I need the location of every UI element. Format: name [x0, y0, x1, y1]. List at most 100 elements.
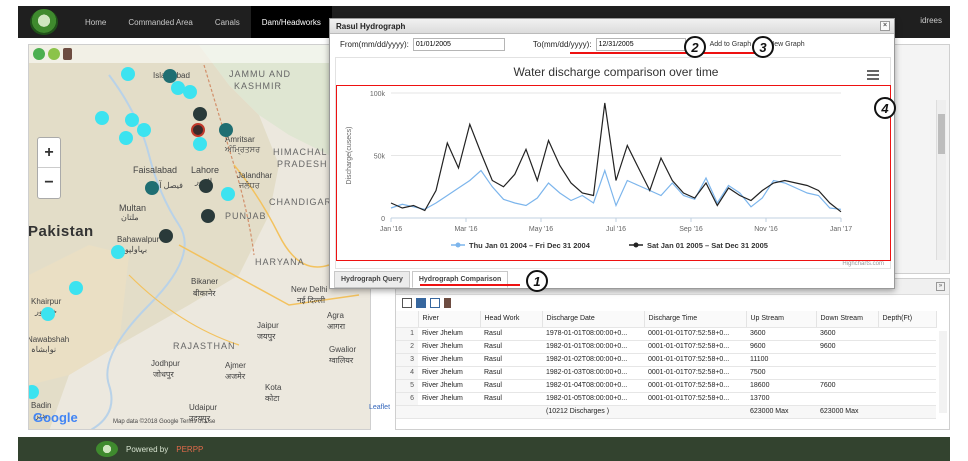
- table-row[interactable]: 4 River Jhelum Rasul 1982-01-03T08:00:00+0.…: [396, 366, 936, 380]
- summary-cell: [644, 404, 746, 419]
- punjab-logo[interactable]: [26, 7, 62, 37]
- table-row[interactable]: 1 River Jhelum Rasul 1978-01-01T08:00:00+0.…: [396, 327, 936, 341]
- zoom-control: + −: [37, 137, 61, 199]
- selected-headwork-marker[interactable]: [191, 123, 205, 137]
- cell-discharge-time: 0001-01-01T07:52:58+0...: [644, 366, 746, 380]
- map-label-jalandhar-local: ਜਲੰਧਰ: [239, 181, 260, 190]
- col-depth[interactable]: Depth(Ft): [878, 311, 937, 328]
- cell-down-stream: 7600: [816, 379, 878, 393]
- table-row[interactable]: 2 River Jhelum Rasul 1982-01-01T08:00:00+0.…: [396, 340, 936, 354]
- map-label-gwalior-local: ग्वालियर: [329, 356, 354, 365]
- headwork-marker[interactable]: [145, 181, 159, 195]
- measure-icon[interactable]: [63, 48, 72, 60]
- dialog-titlebar[interactable]: Rasul Hydrograph ×: [330, 19, 894, 34]
- cell-down-stream: [816, 392, 878, 406]
- cell-down-stream: 9600: [816, 340, 878, 354]
- col-down-stream[interactable]: Down Stream: [816, 311, 879, 328]
- panel-scrollbar[interactable]: [936, 100, 946, 260]
- cell-rownum: 4: [396, 366, 418, 380]
- footer-brand-link[interactable]: PERPP: [176, 445, 203, 454]
- layers-icon[interactable]: [33, 48, 45, 60]
- nav-dam-headworks[interactable]: Dam/Headworks: [250, 6, 332, 38]
- cell-up-stream: 7500: [746, 366, 816, 380]
- map-label-new-delhi-local: नई दिल्ली: [297, 296, 326, 305]
- leaflet-attribution[interactable]: Leaflet: [369, 404, 390, 411]
- map-toolbar: [29, 45, 370, 63]
- col-discharge-date[interactable]: Discharge Date: [542, 311, 645, 328]
- summary-downstream-max: 623000 Max: [816, 404, 878, 419]
- cell-depth: [878, 353, 936, 367]
- to-date-input[interactable]: [595, 37, 686, 51]
- tab-hydrograph-query[interactable]: Hydrograph Query: [334, 271, 410, 288]
- col-river[interactable]: River: [418, 311, 481, 328]
- map-label-rajasthan: RAJASTHAN: [173, 341, 236, 351]
- map-label-multan: Multan: [119, 203, 147, 213]
- cell-river: River Jhelum: [418, 366, 480, 380]
- cell-rownum: 2: [396, 340, 418, 354]
- col-rownum[interactable]: [396, 311, 419, 328]
- map-label-jodhpur-local: जोधपुर: [153, 370, 174, 379]
- nav-commanded-area[interactable]: Commanded Area: [117, 6, 203, 38]
- headwork-marker[interactable]: [121, 67, 135, 81]
- callout-1: 1: [526, 270, 548, 292]
- user-name[interactable]: idrees: [920, 16, 942, 25]
- collapse-panel-button[interactable]: »: [936, 282, 945, 291]
- headwork-marker[interactable]: [159, 229, 173, 243]
- callout-2: 2: [684, 36, 706, 58]
- cell-head-work: Rasul: [480, 392, 542, 406]
- zoom-out-button[interactable]: −: [38, 168, 60, 198]
- zoom-in-button[interactable]: +: [38, 138, 60, 168]
- headwork-marker[interactable]: [41, 307, 55, 321]
- print-icon[interactable]: [416, 298, 426, 308]
- cell-river: River Jhelum: [418, 379, 480, 393]
- headwork-marker[interactable]: [137, 123, 151, 137]
- chart-icon[interactable]: [444, 298, 451, 308]
- edit-icon[interactable]: [430, 298, 440, 308]
- export-icon[interactable]: [402, 298, 412, 308]
- from-date-input[interactable]: [412, 37, 505, 51]
- map-label-kashmir: KASHMIR: [234, 81, 283, 91]
- dialog-close-button[interactable]: ×: [880, 21, 890, 31]
- map-attribution[interactable]: Map data ©2018 Google Terms of Use: [113, 419, 215, 425]
- table-row[interactable]: 5 River Jhelum Rasul 1982-01-04T08:00:00+0.…: [396, 379, 936, 393]
- cell-head-work: Rasul: [480, 340, 542, 354]
- headwork-marker[interactable]: [119, 131, 133, 145]
- new-graph-button[interactable]: New Graph: [769, 41, 804, 48]
- chart-menu-icon[interactable]: [867, 70, 879, 80]
- map-label-ajmer-local: अजमेर: [225, 372, 246, 381]
- headwork-marker[interactable]: [219, 123, 233, 137]
- headwork-marker[interactable]: [193, 137, 207, 151]
- headwork-marker[interactable]: [125, 113, 139, 127]
- map-panel[interactable]: + − Islamabad JAMMU AND KASHMIR Amritsar…: [28, 44, 371, 430]
- headwork-marker[interactable]: [183, 85, 197, 99]
- cell-discharge-date: 1982-01-01T08:00:00+0...: [542, 340, 644, 354]
- table-scrollbar[interactable]: [939, 331, 947, 413]
- table-row[interactable]: 6 River Jhelum Rasul 1982-01-05T08:00:00+0.…: [396, 392, 936, 406]
- nav-home[interactable]: Home: [74, 6, 117, 38]
- headwork-marker[interactable]: [199, 179, 213, 193]
- map-label-bikaner-local: बीकानेर: [193, 289, 216, 298]
- table-row[interactable]: 3 River Jhelum Rasul 1982-01-02T08:00:00+0.…: [396, 353, 936, 367]
- headwork-marker[interactable]: [201, 209, 215, 223]
- nav-canals[interactable]: Canals: [204, 6, 251, 38]
- headwork-marker[interactable]: [95, 111, 109, 125]
- headwork-marker[interactable]: [221, 187, 235, 201]
- logo-emblem-icon: [30, 9, 58, 35]
- map-label-pakistan: Pakistan: [28, 223, 94, 240]
- map-label-faisalabad: Faisalabad: [133, 165, 178, 175]
- headwork-marker[interactable]: [193, 107, 207, 121]
- annotation-underline-2: [570, 52, 688, 54]
- summary-cell: [878, 404, 936, 419]
- map-label-jaipur: Jaipur: [257, 321, 279, 330]
- from-label: From(mm/dd/yyyy):: [340, 39, 409, 49]
- col-discharge-time[interactable]: Discharge Time: [644, 311, 747, 328]
- col-head-work[interactable]: Head Work: [480, 311, 543, 328]
- annotation-underline-1: [420, 284, 520, 286]
- headwork-marker[interactable]: [69, 281, 83, 295]
- summary-count: (10212 Discharges ): [542, 404, 644, 419]
- add-to-graph-button[interactable]: Add to Graph: [710, 41, 752, 48]
- headwork-marker[interactable]: [111, 245, 125, 259]
- refresh-icon[interactable]: [48, 48, 60, 60]
- cell-discharge-time: 0001-01-01T07:52:58+0...: [644, 392, 746, 406]
- col-up-stream[interactable]: Up Stream: [746, 311, 817, 328]
